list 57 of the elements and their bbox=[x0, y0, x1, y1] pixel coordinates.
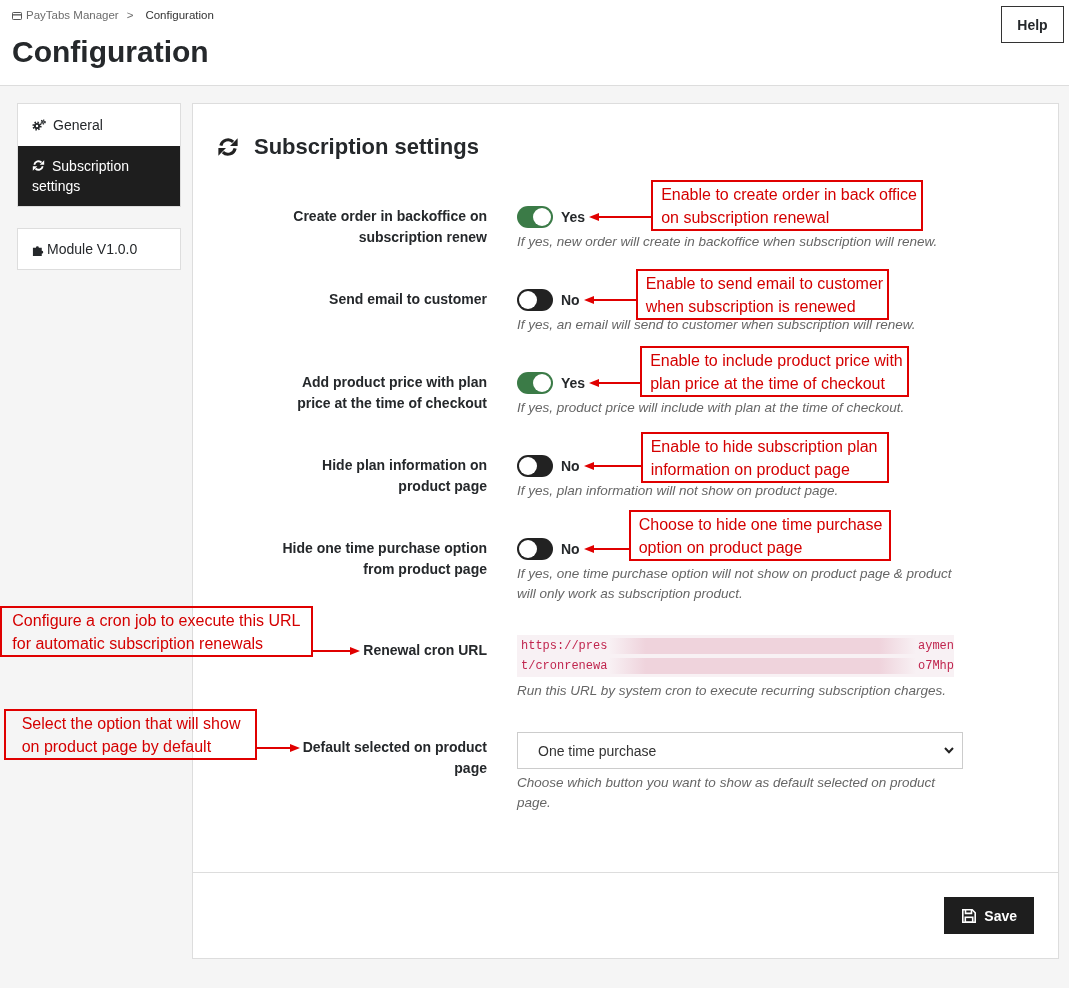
dropdown-select[interactable]: One time purchase bbox=[517, 732, 963, 769]
setting-label: Renewal cron URL bbox=[363, 642, 487, 658]
setting-label: Hide plan information on product page bbox=[322, 457, 487, 494]
toggle-switch[interactable] bbox=[517, 372, 553, 394]
breadcrumb-link[interactable]: PayTabs Manager bbox=[26, 9, 119, 22]
toggle-switch[interactable] bbox=[517, 206, 553, 228]
gears-icon bbox=[32, 119, 46, 131]
help-text: Choose which button you want to show as default selected on product page. bbox=[517, 774, 937, 812]
annotation-note: Choose to hide one time purchase option on product page bbox=[628, 510, 891, 561]
page-title: Configuration bbox=[12, 34, 210, 70]
refresh-icon bbox=[217, 136, 239, 158]
annotation-note: Enable to send email to customer when subscription is renewed bbox=[635, 269, 889, 320]
card-icon bbox=[12, 11, 22, 20]
setting-label: Default selected on product page bbox=[302, 739, 487, 776]
help-text: If yes, plan information will not show on product page. bbox=[517, 482, 840, 500]
callout-arrow bbox=[583, 295, 636, 305]
callout-arrow bbox=[583, 461, 641, 471]
refresh-icon bbox=[32, 159, 45, 172]
help-text: If yes, product price will include with plan at the time of checkout. bbox=[517, 399, 906, 417]
breadcrumb-separator: > bbox=[126, 9, 134, 22]
setting-label: Hide one time purchase option from product page bbox=[282, 540, 487, 577]
annotation-note: Configure a cron job to execute this URL for automatic subscription renewals bbox=[0, 606, 314, 658]
toggle-state-label: No bbox=[561, 541, 580, 557]
callout-arrow bbox=[589, 212, 652, 222]
toggle-switch[interactable] bbox=[517, 289, 553, 311]
callout-arrow bbox=[583, 544, 629, 554]
section-title: Subscription settings bbox=[254, 134, 479, 160]
help-button[interactable]: Help bbox=[1001, 6, 1064, 43]
setting-label: Send email to customer bbox=[329, 291, 487, 307]
annotation-note: Enable to create order in back office on subscription renewal bbox=[651, 180, 924, 231]
help-text: If yes, one time purchase option will not show on product page & product will only work as subscription product. bbox=[517, 565, 953, 603]
sidebar-item[interactable]: General bbox=[18, 104, 180, 146]
callout-arrow bbox=[256, 743, 300, 754]
url-fragment: aymen bbox=[918, 638, 954, 655]
annotation-note: Enable to hide subscription plan information on product page bbox=[640, 432, 889, 483]
breadcrumb-current: Configuration bbox=[145, 9, 214, 22]
save-button[interactable]: Save bbox=[944, 897, 1034, 934]
help-text: If yes, new order will create in backoffice when subscription will renew. bbox=[517, 233, 939, 251]
toggle-switch[interactable] bbox=[517, 538, 553, 560]
annotation-note: Select the option that will show on product page by default bbox=[3, 709, 257, 761]
chevron-down-icon bbox=[944, 747, 954, 754]
toggle-state-label: No bbox=[561, 458, 580, 474]
toggle-state-label: Yes bbox=[561, 375, 586, 391]
module-version-text: Module V1.0.0 bbox=[47, 240, 138, 259]
setting-label: Add product price with plan price at the time of checkout bbox=[297, 374, 487, 411]
sidebar-item[interactable]: Subscription settings bbox=[18, 146, 180, 206]
url-fragment: https://pres bbox=[521, 638, 608, 655]
toggle-switch[interactable] bbox=[517, 455, 553, 477]
callout-arrow bbox=[313, 646, 361, 657]
callout-arrow bbox=[589, 378, 641, 388]
toggle-state-label: Yes bbox=[561, 209, 586, 225]
setting-label: Create order in backoffice on subscription renew bbox=[293, 208, 487, 245]
help-text: Run this URL by system cron to execute recurring subscription charges. bbox=[517, 682, 947, 700]
toggle-state-label: No bbox=[561, 292, 580, 308]
annotation-note: Enable to include product price with plan price at the time of checkout bbox=[640, 346, 910, 397]
url-fragment: t/cronrenewa bbox=[521, 658, 608, 675]
url-fragment: o7Mhp bbox=[918, 658, 954, 675]
